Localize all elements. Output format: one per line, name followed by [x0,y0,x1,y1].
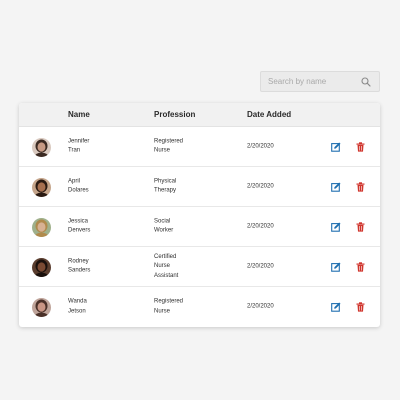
profession-line: Social [154,218,171,224]
search-box[interactable] [260,71,380,92]
name-cell: Jennifer Tran [68,137,89,156]
edit-icon [331,262,341,272]
name-line: Jennifer [68,138,90,144]
search-icon[interactable] [358,74,374,90]
name-cell: Rodney Sanders [68,257,90,276]
name-line: Tran [68,147,81,154]
profession-cell: Social Worker [154,217,173,236]
date-added-cell: 2/20/2020 [247,262,274,272]
table-row[interactable]: Jennifer Tran Registered Nurse 2/20/2020 [19,127,380,167]
name-line: Sanders [68,267,91,274]
table-row[interactable]: Wanda Jetson Registered Nurse 2/20/2020 [19,287,380,327]
delete-button[interactable] [354,221,366,233]
name-cell: Wanda Jetson [68,298,87,317]
edit-button[interactable] [330,141,342,153]
search-input[interactable] [261,77,358,86]
avatar [32,298,51,317]
trash-icon [356,261,364,272]
date-added: 2/20/2020 [247,222,274,229]
name-line: Denvers [68,227,91,234]
column-header-name: Name [68,110,90,119]
table-row[interactable]: Jessica Denvers Social Worker 2/20/2020 [19,207,380,247]
delete-button[interactable] [354,301,366,313]
edit-icon [331,142,341,152]
date-added-cell: 2/20/2020 [247,302,274,312]
edit-icon [331,182,341,192]
profession-line: Nurse [154,147,171,154]
edit-button[interactable] [330,181,342,193]
table-row[interactable]: April Dolares Physical Therapy 2/20/2020 [19,167,380,207]
delete-button[interactable] [354,261,366,273]
profession-cell: Registered Nurse [154,137,183,156]
profession-cell: Registered Nurse [154,298,183,317]
trash-icon [356,141,364,152]
profession-line: Nurse [154,262,171,269]
profession-line: Therapy [154,187,177,194]
date-added: 2/20/2020 [247,182,274,189]
profession-cell: Physical Therapy [154,177,176,196]
name-cell: Jessica Denvers [68,217,90,236]
profession-line: Registered [154,298,184,305]
avatar [32,218,51,237]
column-header-profession: Profession [154,110,196,119]
date-added: 2/20/2020 [247,303,274,310]
trash-icon [356,181,364,192]
table-header: Name Profession Date Added [19,103,380,127]
trash-icon [356,302,364,312]
staff-table: Name Profession Date Added Jennifer Tran … [19,103,380,327]
name-line: Jetson [68,308,86,314]
name-cell: April Dolares [68,177,89,196]
profession-line: Physical [154,178,177,184]
name-line: Jessica [68,218,89,224]
date-added: 2/20/2020 [247,142,274,149]
avatar [32,138,51,157]
profession-line: Worker [154,227,174,234]
table-body: Jennifer Tran Registered Nurse 2/20/2020 [19,127,380,327]
profession-line: Assistant [154,272,179,279]
edit-icon [331,302,341,312]
date-added-cell: 2/20/2020 [247,222,274,232]
profession-cell: Certified Nurse Assistant [154,252,178,281]
name-line: Dolares [68,187,89,194]
name-line: Rodney [68,258,89,264]
edit-button[interactable] [330,221,342,233]
name-line: Wanda [68,298,87,305]
edit-button[interactable] [330,261,342,273]
trash-icon [356,221,364,232]
date-added-cell: 2/20/2020 [247,142,274,152]
profession-line: Certified [154,253,177,260]
avatar [32,178,51,197]
profession-line: Nurse [154,308,171,314]
table-row[interactable]: Rodney Sanders Certified Nurse Assistant 2/… [19,247,380,287]
date-added-cell: 2/20/2020 [247,182,274,192]
delete-button[interactable] [354,181,366,193]
profession-line: Registered [154,138,184,144]
delete-button[interactable] [354,141,366,153]
column-header-date-added: Date Added [247,110,292,119]
page: Name Profession Date Added Jennifer Tran … [0,0,400,400]
edit-icon [331,222,341,232]
name-line: April [68,178,81,184]
edit-button[interactable] [330,301,342,313]
date-added: 2/20/2020 [247,262,274,269]
avatar [32,258,51,277]
